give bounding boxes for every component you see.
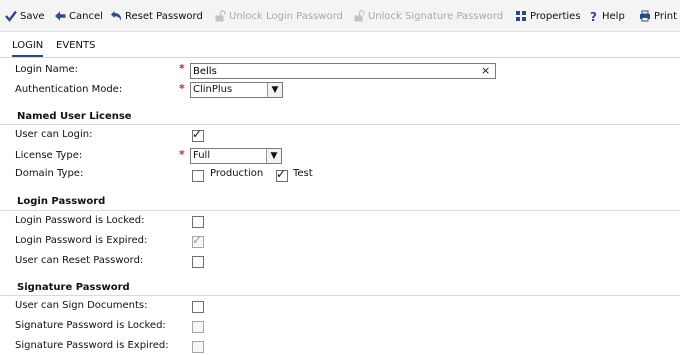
- tab-bar: LOGIN EVENTS: [0, 31, 680, 58]
- undo-icon: [110, 10, 122, 22]
- required-marker: *: [179, 82, 185, 95]
- license-type-value: Full: [193, 150, 211, 161]
- login-password-expired-label: Login Password is Expired:: [15, 235, 148, 246]
- cancel-label: Cancel: [69, 10, 103, 22]
- checkmark-icon: [5, 10, 17, 22]
- login-name-label: Login Name:: [15, 64, 79, 75]
- signature-password-expired-checkbox: ✓: [192, 341, 204, 353]
- reset-password-label: Reset Password: [125, 10, 203, 22]
- question-mark-icon: ?: [590, 10, 599, 24]
- properties-button[interactable]: Properties: [515, 9, 581, 23]
- signature-password-locked-label: Signature Password is Locked:: [15, 320, 166, 331]
- section-divider: [0, 210, 680, 211]
- domain-production-checkbox[interactable]: ✓: [192, 170, 204, 182]
- signature-password-locked-checkbox: ✓: [192, 321, 204, 333]
- tab-events[interactable]: EVENTS: [56, 40, 95, 51]
- tab-login[interactable]: LOGIN: [12, 40, 44, 57]
- can-reset-password-label: User can Reset Password:: [15, 255, 144, 266]
- auth-mode-value: ClinPlus: [193, 84, 233, 95]
- login-password-expired-checkbox: ✓: [192, 233, 204, 248]
- unlock-icon: [214, 10, 226, 22]
- unlock-icon: [353, 10, 365, 22]
- section-divider: [0, 124, 680, 125]
- can-login-checkbox[interactable]: ✓: [192, 128, 204, 142]
- save-button[interactable]: Save: [5, 9, 45, 23]
- can-sign-documents-checkbox[interactable]: ✓: [192, 301, 204, 313]
- unlock-login-password-label: Unlock Login Password: [229, 10, 343, 22]
- section-divider: [0, 295, 680, 296]
- svg-text:?: ?: [590, 10, 597, 22]
- section-title-signature-password: Signature Password: [17, 282, 130, 293]
- unlock-signature-password-label: Unlock Signature Password: [368, 10, 504, 22]
- toolbar: Save Cancel Reset Password Unlock Login …: [0, 0, 680, 32]
- signature-password-expired-label: Signature Password is Expired:: [15, 340, 169, 351]
- print-button[interactable]: Print: [639, 9, 677, 23]
- chevron-down-icon: ▼: [267, 83, 282, 97]
- can-sign-documents-label: User can Sign Documents:: [15, 300, 148, 311]
- cancel-button[interactable]: Cancel: [54, 9, 103, 23]
- auth-mode-select[interactable]: ClinPlus ▼: [190, 82, 283, 98]
- can-reset-password-checkbox[interactable]: ✓: [192, 256, 204, 268]
- section-title-named-user-license: Named User License: [17, 111, 132, 122]
- auth-mode-label: Authentication Mode:: [15, 84, 123, 95]
- unlock-signature-password-button[interactable]: Unlock Signature Password: [353, 9, 503, 23]
- domain-production-label: Production: [210, 168, 264, 179]
- login-password-locked-label: Login Password is Locked:: [15, 215, 145, 226]
- login-name-input[interactable]: [190, 63, 496, 79]
- help-label: Help: [602, 10, 625, 22]
- license-type-select[interactable]: Full ▼: [190, 148, 282, 164]
- help-button[interactable]: ? Help: [590, 9, 625, 24]
- arrow-left-icon: [54, 10, 66, 22]
- login-password-locked-checkbox[interactable]: ✓: [192, 216, 204, 228]
- required-marker: *: [179, 148, 185, 161]
- domain-type-label: Domain Type:: [15, 168, 84, 179]
- license-type-label: License Type:: [15, 150, 83, 161]
- printer-icon: [639, 10, 651, 22]
- domain-test-label: Test: [293, 168, 313, 179]
- section-title-login-password: Login Password: [17, 196, 106, 207]
- domain-test-checkbox[interactable]: ✓: [276, 168, 288, 182]
- chevron-down-icon: ▼: [266, 149, 281, 163]
- properties-label: Properties: [530, 10, 581, 22]
- reset-password-button[interactable]: Reset Password: [110, 9, 203, 23]
- clear-icon[interactable]: ×: [481, 64, 490, 77]
- properties-grid-icon: [515, 10, 527, 22]
- print-label: Print: [654, 10, 678, 22]
- save-label: Save: [20, 10, 45, 22]
- unlock-login-password-button[interactable]: Unlock Login Password: [214, 9, 343, 23]
- can-login-label: User can Login:: [15, 129, 93, 140]
- required-marker: *: [179, 62, 185, 75]
